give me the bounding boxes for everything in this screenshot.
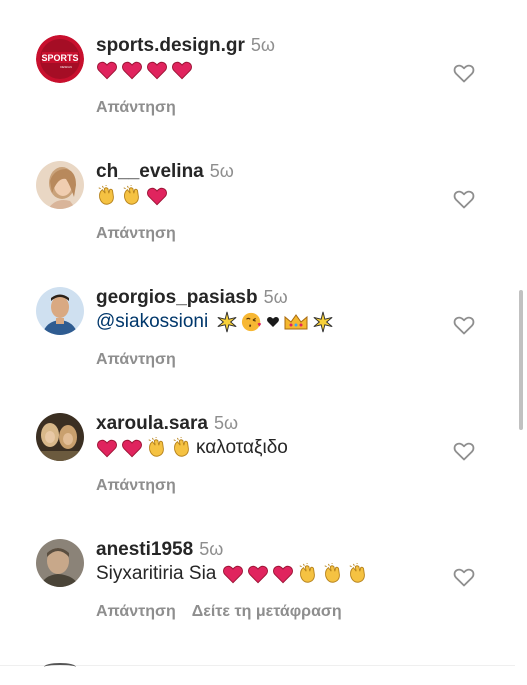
comment-time[interactable]: 5ω (251, 35, 275, 55)
svg-text:DESIGN: DESIGN (60, 65, 72, 69)
sports-logo-avatar: SPORTS DESIGN (36, 35, 84, 83)
avatar[interactable]: SPORTS DESIGN (36, 35, 84, 83)
heart-emoji-icon (146, 59, 168, 81)
clap-emoji-icon (121, 185, 143, 207)
comment-actions: Απάντηση Δείτε τη μετάφραση (96, 603, 358, 621)
heart-emoji-icon (121, 437, 143, 459)
comment-text: καλοταξιδο (196, 437, 288, 458)
like-heart-icon[interactable] (452, 313, 476, 337)
scrollbar[interactable] (515, 0, 527, 685)
svg-text:SPORTS: SPORTS (41, 53, 78, 63)
avatar[interactable] (36, 161, 84, 209)
clap-emoji-icon (96, 185, 118, 207)
comment-actions: Απάντηση (96, 351, 192, 369)
avatar[interactable] (36, 287, 84, 335)
comment-body: καλοταξιδο (96, 437, 294, 459)
user-photo-avatar (36, 287, 84, 335)
clap-emoji-icon (146, 437, 168, 459)
comment-actions: Απάντηση (96, 225, 192, 243)
comment-username[interactable]: anesti1958 (96, 539, 193, 560)
like-heart-icon[interactable] (452, 187, 476, 211)
see-translation-button[interactable]: Δείτε τη μετάφραση (192, 603, 342, 620)
comment-time[interactable]: 5ω (210, 161, 234, 181)
comments-panel: SPORTS DESIGN sports.design.gr 5ω Απάντησ… (0, 0, 527, 685)
user-photo-avatar (36, 161, 84, 209)
scrollbar-thumb[interactable] (519, 290, 523, 430)
comment-body: Siyxaritiria Sia (96, 563, 372, 585)
user-photo-avatar (36, 539, 84, 587)
comment-username[interactable]: ch__evelina (96, 161, 204, 182)
comment-username[interactable]: sports.design.gr (96, 35, 245, 56)
reply-button[interactable]: Απάντηση (96, 225, 176, 242)
like-heart-icon[interactable] (452, 439, 476, 463)
comment-text: Siyxaritiria Sia (96, 563, 217, 584)
avatar[interactable] (36, 539, 84, 587)
heart-emoji-icon (272, 563, 294, 585)
comment-actions: Απάντηση (96, 477, 192, 495)
black-heart-emoji-icon (266, 311, 280, 333)
avatar[interactable] (36, 413, 84, 461)
like-heart-icon[interactable] (452, 61, 476, 85)
comment-actions: Απάντηση (96, 99, 192, 117)
like-heart-icon[interactable] (452, 565, 476, 589)
heart-emoji-icon (171, 59, 193, 81)
mention-link[interactable]: @siakossioni (96, 311, 208, 333)
user-photo-avatar (36, 413, 84, 461)
sparkle-emoji-icon (312, 311, 334, 333)
clap-emoji-icon (322, 563, 344, 585)
comment-time[interactable]: 5ω (214, 413, 238, 433)
comment-body: @siakossioni (96, 311, 337, 333)
comment-username[interactable]: xaroula.sara (96, 413, 208, 434)
reply-button[interactable]: Απάντηση (96, 351, 176, 368)
sparkle-emoji-icon (216, 311, 238, 333)
comment-time[interactable]: 5ω (199, 539, 223, 559)
avatar (44, 663, 76, 671)
reply-button[interactable]: Απάντηση (96, 603, 176, 620)
heart-emoji-icon (121, 59, 143, 81)
comment-body (96, 185, 171, 207)
reply-button[interactable]: Απάντηση (96, 477, 176, 494)
clap-emoji-icon (297, 563, 319, 585)
comment-time[interactable]: 5ω (264, 287, 288, 307)
clap-emoji-icon (347, 563, 369, 585)
clap-emoji-icon (171, 437, 193, 459)
kiss-face-emoji-icon (241, 311, 263, 333)
comment-body (96, 59, 196, 81)
crown-emoji-icon (283, 311, 309, 333)
comment-username[interactable]: georgios_pasiasb (96, 287, 258, 308)
heart-emoji-icon (96, 437, 118, 459)
heart-emoji-icon (222, 563, 244, 585)
divider (0, 665, 515, 666)
heart-emoji-icon (247, 563, 269, 585)
heart-emoji-icon (96, 59, 118, 81)
reply-button[interactable]: Απάντηση (96, 99, 176, 116)
heart-emoji-icon (146, 185, 168, 207)
